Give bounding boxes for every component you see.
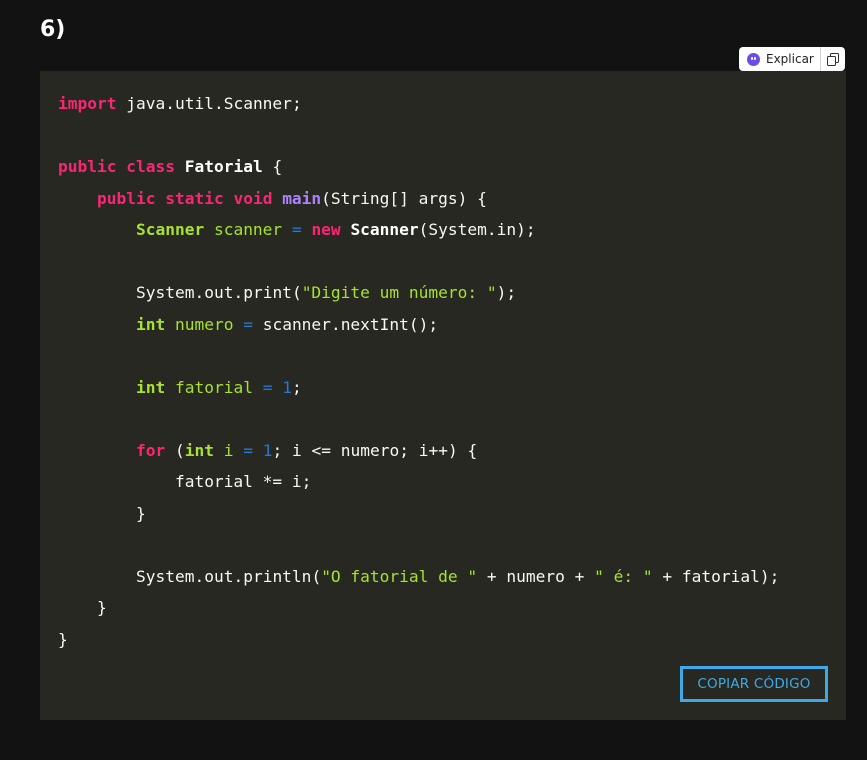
explain-button-label: Explicar [766, 52, 814, 66]
code-line: int fatorial = 1; [135, 377, 302, 397]
code-line: } [96, 598, 107, 617]
code-line: System.out.print("Digite um número: "); [135, 283, 517, 302]
copy-icon-button[interactable] [821, 47, 845, 71]
code-line: int numero = scanner.nextInt(); [135, 314, 439, 334]
code-line: } [58, 629, 68, 649]
code-line: for (int i = 1; i <= numero; i++) { [135, 440, 478, 460]
copy-code-button[interactable]: COPIAR CÓDIGO [680, 666, 828, 702]
code-block: import java.util.Scanner; public class Fa… [40, 71, 846, 720]
code-line: public static void main(String[] args) { [96, 188, 487, 208]
explain-button[interactable]: Explicar [739, 47, 820, 71]
code-line: import java.util.Scanner; [58, 94, 302, 113]
code-line: } [135, 503, 146, 523]
code-line: System.out.println("O fatorial de " + nu… [135, 566, 780, 586]
code-line: Scanner scanner = new Scanner(System.in)… [135, 220, 536, 239]
code-toolbar: Explicar [739, 47, 845, 71]
assistant-face-icon [747, 52, 760, 66]
code-line: fatorial *= i; [174, 472, 312, 491]
code-content: import java.util.Scanner; public class Fa… [58, 88, 779, 655]
code-line: public class Fatorial { [58, 157, 283, 176]
copy-icon [826, 53, 839, 66]
section-heading: 6) [40, 17, 66, 42]
